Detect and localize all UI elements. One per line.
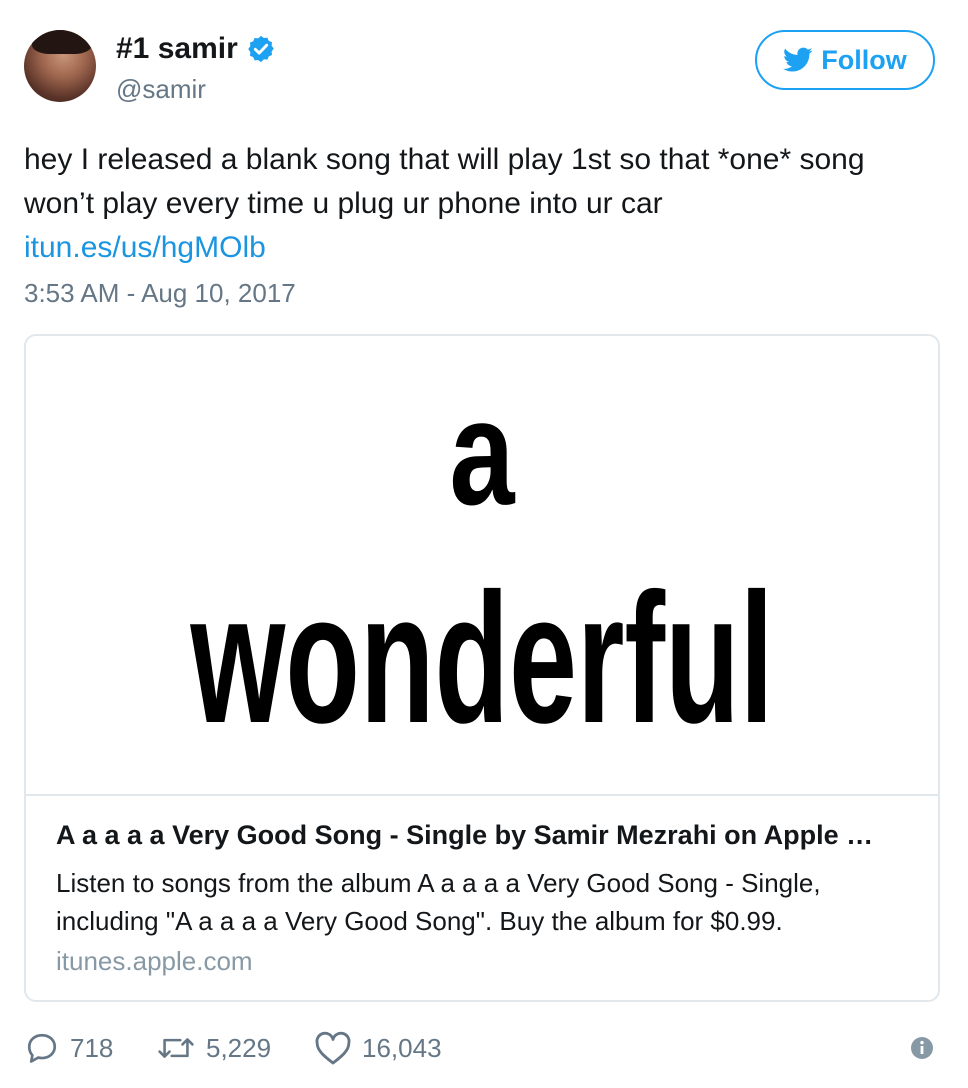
verified-badge-icon (248, 35, 274, 63)
avatar[interactable] (24, 30, 96, 102)
like-action[interactable]: 16,043 (314, 1030, 442, 1066)
follow-button[interactable]: Follow (755, 30, 935, 90)
twitter-bird-icon (783, 47, 813, 72)
artwork-line-1: a (449, 368, 515, 536)
follow-button-label: Follow (821, 44, 907, 75)
tweet-link[interactable]: itun.es/us/hgMOlb (24, 226, 266, 270)
reply-count: 718 (70, 1032, 114, 1063)
like-count: 16,043 (362, 1032, 442, 1063)
author-name-row: #1 samir (116, 32, 276, 66)
card-domain: itunes.apple.com (56, 946, 253, 976)
handle[interactable]: @samir (116, 74, 206, 105)
retweet-action[interactable]: 5,229 (156, 1030, 271, 1066)
artwork-line-2: wonderful (190, 556, 774, 763)
retweet-count: 5,229 (206, 1032, 272, 1063)
display-name[interactable]: #1 samir (116, 32, 238, 66)
tweet-text: hey I released a blank song that will pl… (24, 143, 865, 220)
timestamp[interactable]: 3:53 AM - Aug 10, 2017 (24, 278, 296, 309)
link-card[interactable]: a wonderful A a a a a Very Good Song - S… (24, 334, 940, 1002)
info-icon[interactable] (910, 1036, 934, 1060)
heart-icon (315, 1031, 351, 1065)
retweet-icon (158, 1038, 194, 1058)
reply-action[interactable]: 718 (24, 1030, 113, 1066)
card-artwork: a wonderful (190, 368, 774, 763)
tweet-actions: 718 5,229 16,043 (24, 1030, 944, 1070)
card-title: A a a a a Very Good Song - Single by Sam… (56, 820, 874, 850)
card-image: a wonderful (26, 336, 938, 796)
reply-icon (27, 1033, 57, 1063)
card-description: Listen to songs from the album A a a a a… (56, 868, 821, 936)
